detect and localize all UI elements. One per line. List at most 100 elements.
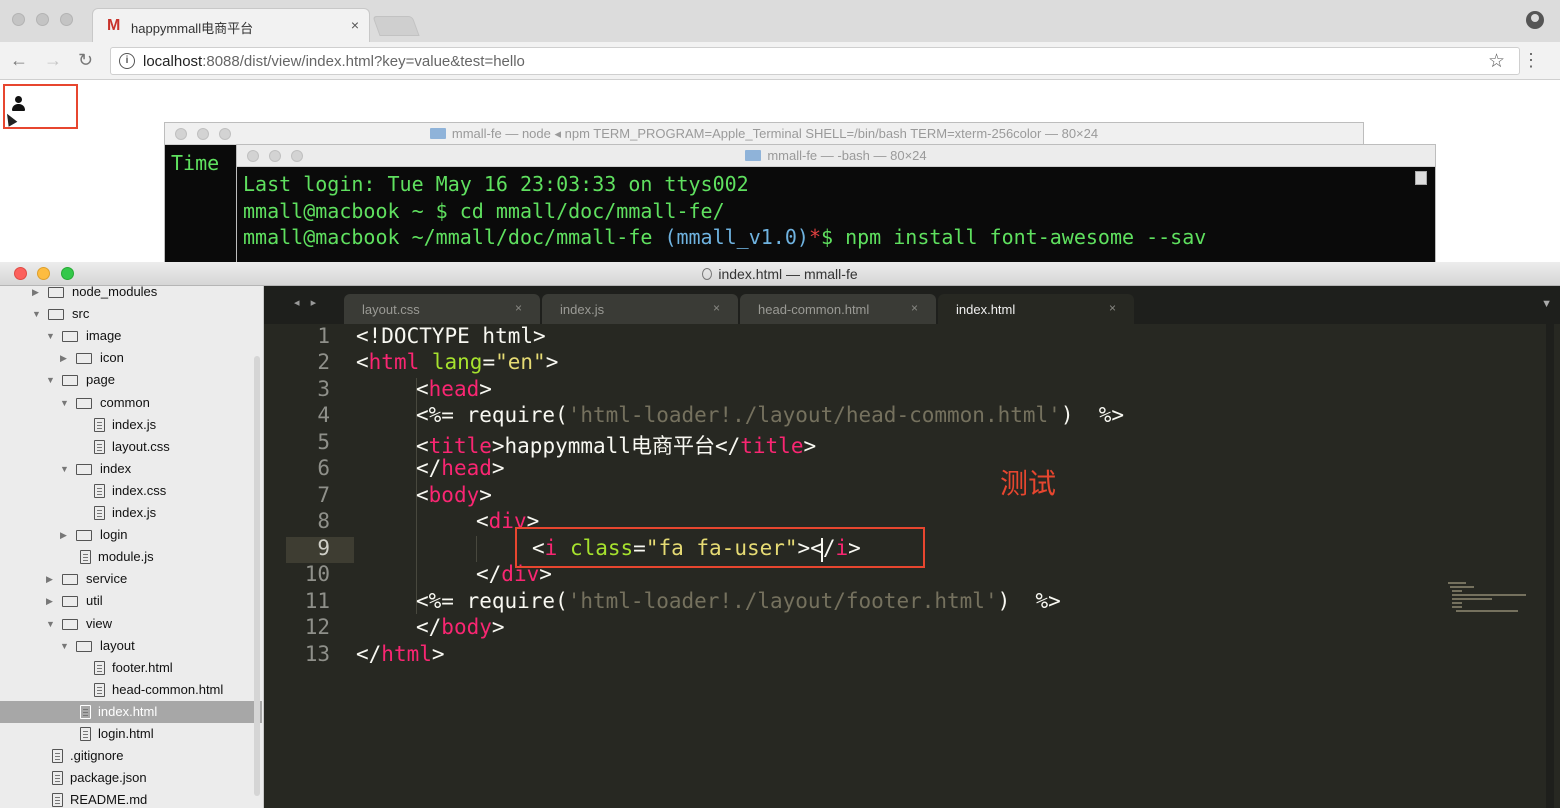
expand-arrow-down-icon[interactable]: ▼ (60, 392, 69, 414)
tree-item-label: README.md (70, 792, 148, 808)
code-highlight-box (515, 527, 925, 568)
file-icon (80, 727, 91, 741)
tree-folder-item[interactable]: ▼ layout (0, 635, 262, 657)
tab-index-js[interactable]: index.js × (542, 294, 738, 324)
browser-tabstrip: M happymmall电商平台 × (0, 0, 1560, 42)
close-tab-icon[interactable]: × (713, 301, 720, 315)
close-tab-icon[interactable]: × (1109, 301, 1116, 315)
tree-item-label: icon (100, 350, 124, 366)
annotation-label: 测试 (1000, 467, 1057, 500)
line-number: 4 (317, 403, 330, 427)
tree-item-label: .gitignore (70, 748, 124, 764)
line-number: 9 (317, 536, 330, 560)
tree-folder-item[interactable]: ▶ icon (0, 347, 262, 369)
tree-folder-item[interactable]: ▶ service (0, 568, 262, 590)
tree-file-item[interactable]: index.html (0, 700, 262, 723)
terminal-back-output: Time (171, 151, 220, 175)
folder-open-icon (48, 309, 64, 321)
folder-icon (429, 128, 446, 139)
tab-dropdown-icon[interactable]: ▼ (1541, 298, 1552, 310)
tree-folder-item[interactable]: ▼ src (0, 303, 262, 325)
tree-file-item[interactable]: module.js (0, 546, 262, 568)
code-minimap[interactable] (1448, 582, 1528, 622)
tab-head-common-html[interactable]: head-common.html × (740, 294, 936, 324)
profile-icon[interactable] (1526, 11, 1544, 29)
tree-folder-item[interactable]: ▶ util (0, 590, 262, 612)
tree-file-item[interactable]: index.js (0, 502, 262, 524)
expand-arrow-right-icon[interactable]: ▶ (32, 286, 39, 303)
tree-item-label: node_modules (72, 286, 158, 299)
tree-item-label: layout.css (112, 438, 170, 454)
tree-folder-item[interactable]: ▶ login (0, 524, 262, 546)
browser-menu-icon[interactable]: ⋮ (1522, 50, 1540, 71)
tree-item-label: view (86, 615, 113, 631)
code-line-2: <html lang="en"> (356, 350, 559, 374)
code-line-3: <head> (416, 377, 492, 401)
folder-icon (76, 530, 92, 542)
expand-arrow-down-icon[interactable]: ▼ (32, 303, 41, 325)
terminal-scrollbar[interactable] (1415, 171, 1427, 185)
expand-arrow-down-icon[interactable]: ▼ (60, 635, 69, 657)
tree-item-label: index.html (98, 703, 158, 719)
close-tab-icon[interactable]: × (515, 301, 522, 315)
browser-tab-title: happymmall电商平台 (131, 21, 254, 36)
expand-arrow-down-icon[interactable]: ▼ (46, 613, 55, 635)
line-number: 13 (304, 642, 330, 666)
zoom-window-button[interactable] (60, 13, 73, 26)
site-info-icon[interactable]: i (119, 53, 135, 69)
tree-folder-item[interactable]: ▼ page (0, 369, 262, 391)
tab-layout-css[interactable]: layout.css × (344, 294, 540, 324)
tree-file-item[interactable]: layout.css (0, 436, 262, 458)
close-tab-icon[interactable]: × (911, 301, 918, 315)
browser-tab[interactable]: M happymmall电商平台 × (92, 8, 370, 42)
terminal-front-title: mmall-fe — -bash — 80×24 (767, 148, 927, 163)
expand-arrow-right-icon[interactable]: ▶ (46, 568, 53, 590)
tree-item-label: index.css (112, 482, 167, 498)
sidebar-scrollbar[interactable] (254, 356, 260, 796)
code-line-13: </html> (356, 642, 445, 666)
folder-icon (76, 353, 92, 365)
address-bar[interactable]: i localhost:8088/dist/view/index.html?ke… (110, 47, 1520, 75)
tree-folder-item[interactable]: ▼ image (0, 325, 262, 347)
file-icon (94, 682, 105, 697)
file-icon (80, 550, 91, 565)
line-number: 6 (317, 456, 330, 480)
tab-index-html[interactable]: index.html × (938, 294, 1134, 324)
tree-folder-item[interactable]: ▶ node_modules (0, 286, 262, 303)
tree-file-item[interactable]: head-common.html (0, 679, 262, 701)
close-window-button[interactable] (12, 13, 25, 26)
tree-folder-item[interactable]: ▼ index (0, 458, 262, 480)
tree-file-item[interactable]: login.html (0, 723, 262, 745)
reload-icon[interactable]: ↻ (78, 50, 93, 71)
minimize-window-button[interactable] (36, 13, 49, 26)
tree-file-item[interactable]: .gitignore (0, 745, 262, 767)
tree-file-item[interactable]: footer.html (0, 657, 262, 679)
expand-arrow-right-icon[interactable]: ▶ (46, 590, 53, 612)
expand-arrow-right-icon[interactable]: ▶ (60, 347, 67, 369)
expand-arrow-right-icon[interactable]: ▶ (60, 524, 67, 546)
tree-file-item[interactable]: README.md (0, 789, 262, 808)
tree-file-item[interactable]: index.js (0, 414, 262, 436)
tree-file-item[interactable]: index.css (0, 480, 262, 502)
close-tab-icon[interactable]: × (351, 17, 359, 33)
folder-icon (48, 287, 64, 298)
editor-scrollbar[interactable] (1546, 324, 1554, 808)
back-arrow-icon[interactable]: ← (10, 50, 28, 71)
tree-folder-item[interactable]: ▼ common (0, 392, 262, 414)
expand-arrow-down-icon[interactable]: ▼ (46, 369, 55, 391)
tab-nav-arrows-icon[interactable]: ◂ ▸ (294, 296, 320, 309)
tree-item-label: index.js (112, 505, 157, 520)
terminal-window-front[interactable]: mmall-fe — -bash — 80×24 Last login: Tue… (236, 144, 1436, 272)
new-tab-button[interactable] (372, 16, 420, 36)
tree-folder-item[interactable]: ▼ view (0, 613, 262, 635)
terminal-line: mmall@macbook ~/mmall/doc/mmall-fe (mmal… (243, 225, 1207, 249)
document-icon (702, 268, 713, 280)
folder-open-icon (62, 331, 78, 343)
tree-file-item[interactable]: package.json (0, 767, 262, 789)
forward-arrow-icon[interactable]: → (44, 50, 62, 71)
line-number: 1 (317, 324, 330, 348)
expand-arrow-down-icon[interactable]: ▼ (46, 325, 55, 347)
expand-arrow-down-icon[interactable]: ▼ (60, 458, 69, 480)
terminal-back-titlebar: mmall-fe — node ◂ npm TERM_PROGRAM=Apple… (165, 123, 1363, 145)
bookmark-star-icon[interactable]: ☆ (1488, 50, 1505, 73)
